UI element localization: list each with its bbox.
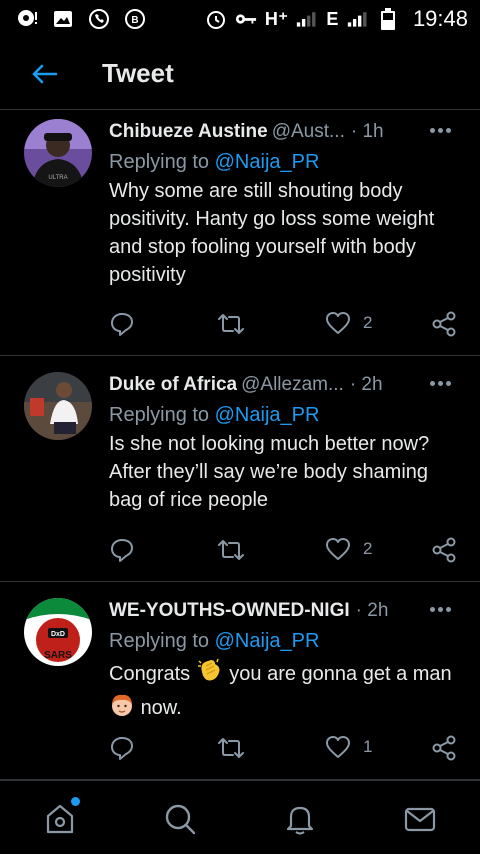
svg-text:ULTRA: ULTRA — [48, 175, 67, 181]
search-icon — [165, 804, 196, 835]
nav-home[interactable] — [40, 797, 80, 839]
reply-icon — [111, 737, 133, 760]
avatar[interactable]: DxD SARS — [24, 598, 92, 666]
tweet-meta: Duke of Africa @Allezam... · 2h — [109, 372, 464, 398]
new-content-dot — [71, 797, 80, 806]
avatar[interactable]: ULTRA — [24, 119, 92, 187]
arrow-left-icon — [32, 64, 58, 83]
avatar[interactable] — [24, 372, 92, 440]
like-count: 1 — [363, 737, 373, 756]
messages-icon — [404, 807, 436, 832]
tweet-item[interactable]: ULTRA Chibueze Austine @Aust... · 1h Rep… — [0, 111, 480, 356]
whatsapp-business-icon: B — [124, 8, 146, 30]
replying-to: Replying to @Naija_PR — [109, 404, 464, 427]
reply-list: ULTRA Chibueze Austine @Aust... · 1h Rep… — [0, 111, 480, 780]
top-bar: Tweet — [0, 38, 480, 110]
retweet-button[interactable] — [217, 735, 245, 761]
tweet-actions: 2 — [109, 537, 457, 565]
notifications-icon — [286, 806, 314, 835]
like-count: 2 — [363, 539, 373, 558]
tweet-meta: WE-YOUTHS-OWNED-NIGI · 2h — [109, 598, 464, 624]
reply-button[interactable] — [109, 311, 135, 337]
network-type-label: H⁺ — [264, 8, 289, 29]
tweet-meta: Chibueze Austine @Aust... · 1h — [109, 119, 464, 145]
retweet-icon — [218, 738, 244, 758]
retweet-icon — [218, 314, 244, 334]
nav-messages[interactable] — [400, 799, 440, 839]
gallery-icon — [52, 8, 74, 30]
reply-button[interactable] — [109, 735, 135, 761]
tweet-item[interactable]: DxD SARS WE-YOUTHS-OWNED-NIGI · 2h Reply… — [0, 582, 480, 780]
share-icon — [432, 537, 456, 563]
tweet-text: Why some are still shouting body positiv… — [109, 180, 435, 286]
retweet-button[interactable] — [217, 537, 245, 563]
page-title: Tweet — [102, 58, 174, 88]
replying-to-label: Replying to — [109, 151, 210, 173]
heart-icon — [326, 736, 350, 758]
tweet-time: · 2h — [355, 600, 389, 621]
key-icon — [235, 8, 257, 30]
tweet-item[interactable]: Duke of Africa @Allezam... · 2h Replying… — [0, 356, 480, 582]
share-icon — [432, 735, 456, 761]
tweet-text-part3: now. — [140, 697, 182, 719]
like-button[interactable]: 1 — [325, 735, 372, 759]
heart-icon — [326, 312, 350, 334]
share-button[interactable] — [431, 735, 457, 761]
signal-icon-2 — [347, 8, 369, 30]
man-face-icon — [109, 692, 135, 726]
status-bar: B H⁺ E 19:48 — [0, 0, 480, 38]
mention-link[interactable]: @Naija_PR — [215, 404, 320, 426]
network-type-label-2: E — [326, 8, 339, 29]
heart-icon — [326, 538, 350, 560]
back-button[interactable] — [24, 54, 64, 94]
nav-search[interactable] — [160, 799, 200, 839]
alarm-icon — [205, 8, 227, 30]
reply-icon — [111, 313, 133, 336]
author-handle[interactable]: @Allezam... — [241, 374, 344, 396]
more-options-button[interactable] — [430, 378, 454, 388]
chat-notification-icon — [16, 8, 38, 30]
author-name[interactable]: Duke of Africa — [109, 374, 237, 396]
mention-link[interactable]: @Naija_PR — [215, 630, 320, 652]
avatar-sars-text: SARS — [44, 650, 72, 661]
nav-notifications[interactable] — [280, 799, 320, 839]
author-name[interactable]: Chibueze Austine — [109, 121, 268, 143]
replying-to: Replying to @Naija_PR — [109, 630, 464, 653]
more-options-button[interactable] — [430, 604, 454, 614]
share-button[interactable] — [431, 537, 457, 563]
bottom-navigation — [0, 780, 480, 854]
tweet-actions: 2 — [109, 311, 457, 339]
like-button[interactable]: 2 — [325, 311, 372, 335]
home-icon — [46, 804, 74, 834]
retweet-button[interactable] — [217, 311, 245, 337]
clapping-hands-icon — [196, 656, 224, 692]
replying-to-label: Replying to — [109, 630, 210, 652]
clock: 19:48 — [412, 6, 468, 31]
retweet-icon — [218, 540, 244, 560]
author-handle[interactable]: @Aust... — [272, 121, 345, 143]
share-icon — [432, 311, 456, 337]
reply-icon — [111, 539, 133, 562]
replying-to-label: Replying to — [109, 404, 210, 426]
tweet-time: · 2h — [349, 374, 383, 395]
svg-text:B: B — [131, 15, 138, 26]
author-name[interactable]: WE-YOUTHS-OWNED-NIGI — [109, 600, 350, 622]
share-button[interactable] — [431, 311, 457, 337]
like-button[interactable]: 2 — [325, 537, 372, 561]
tweet-text: Congrats you are gonna get a man now. — [109, 656, 464, 726]
battery-icon — [377, 8, 399, 30]
tweet-text-part2: you are gonna get a man — [229, 663, 452, 685]
reply-button[interactable] — [109, 537, 135, 563]
tweet-actions: 1 — [109, 735, 457, 763]
whatsapp-icon — [88, 8, 110, 30]
tweet-text-part1: Congrats — [109, 663, 191, 685]
mention-link[interactable]: @Naija_PR — [215, 151, 320, 173]
more-options-button[interactable] — [430, 125, 454, 135]
like-count: 2 — [363, 313, 373, 332]
tweet-time: · 1h — [350, 121, 384, 142]
tweet-text: Is she not looking much better now? Afte… — [109, 433, 430, 511]
signal-icon — [296, 8, 318, 30]
replying-to: Replying to @Naija_PR — [109, 151, 464, 174]
svg-text:DxD: DxD — [51, 631, 65, 638]
